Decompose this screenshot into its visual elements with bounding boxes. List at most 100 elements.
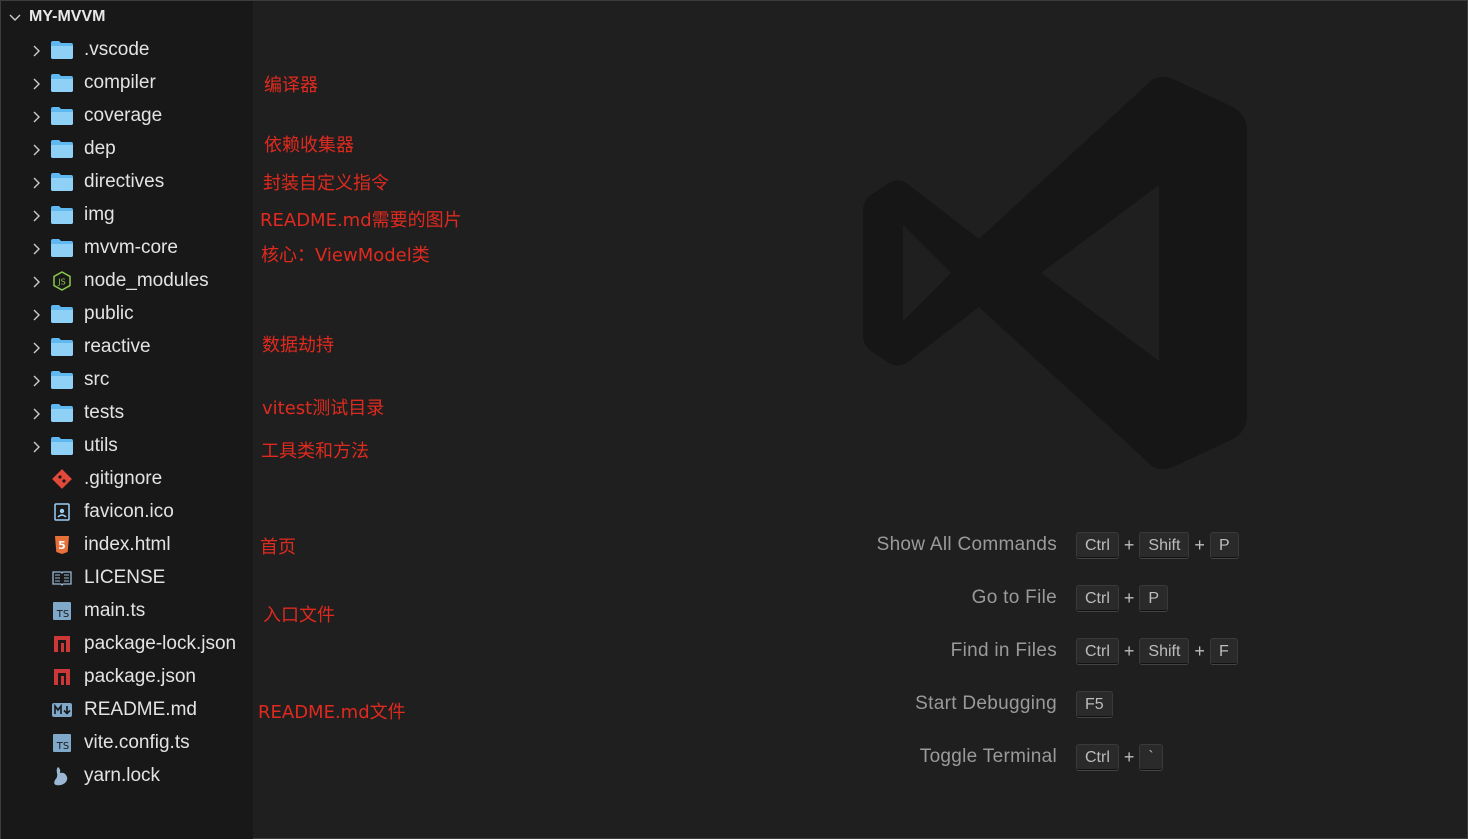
tree-item-label: vite.config.ts bbox=[84, 731, 190, 753]
key-cap: Shift bbox=[1139, 638, 1190, 665]
file-item[interactable]: TS vite.config.ts bbox=[1, 726, 253, 759]
folder-icon bbox=[50, 436, 74, 456]
annotation-note: 依赖收集器 bbox=[264, 135, 354, 156]
folder-item[interactable]: img bbox=[1, 198, 253, 231]
annotation-note: 编译器 bbox=[264, 75, 318, 96]
chevron-right-icon[interactable] bbox=[29, 43, 43, 57]
file-item[interactable]: yarn.lock bbox=[1, 759, 253, 792]
tree-item-label: .gitignore bbox=[84, 467, 163, 489]
keybinding: Ctrl + P bbox=[1076, 585, 1169, 612]
folder-item[interactable]: public bbox=[1, 297, 253, 330]
explorer-sidebar: MY-MVVM .vscode compiler coverage dep direct… bbox=[1, 1, 253, 839]
folder-icon bbox=[50, 337, 74, 357]
chevron-right-icon[interactable] bbox=[29, 274, 43, 288]
file-item[interactable]: favicon.ico bbox=[1, 495, 253, 528]
annotation-note: 封装自定义指令 bbox=[263, 173, 389, 194]
annotation-note: 首页 bbox=[260, 537, 296, 558]
chevron-right-icon[interactable] bbox=[29, 208, 43, 222]
folder-item[interactable]: tests bbox=[1, 396, 253, 429]
folder-item[interactable]: mvvm-core bbox=[1, 231, 253, 264]
shortcut-row[interactable]: Start Debugging F5 bbox=[821, 691, 1321, 721]
tree-item-label: mvvm-core bbox=[84, 236, 178, 258]
chevron-right-icon[interactable] bbox=[29, 406, 43, 420]
shortcut-label[interactable]: Start Debugging bbox=[915, 693, 1057, 715]
file-item[interactable]: package-lock.json bbox=[1, 627, 253, 660]
git-icon bbox=[50, 468, 74, 489]
explorer-root-label: MY-MVVM bbox=[29, 8, 106, 25]
file-item[interactable]: .gitignore bbox=[1, 462, 253, 495]
chevron-right-icon[interactable] bbox=[29, 241, 43, 255]
key-cap: Ctrl bbox=[1076, 744, 1119, 771]
tree-item-label: reactive bbox=[84, 335, 151, 357]
chevron-right-icon[interactable] bbox=[29, 340, 43, 354]
folder-icon bbox=[50, 106, 74, 126]
folder-icon bbox=[50, 40, 74, 60]
chevron-right-icon[interactable] bbox=[29, 76, 43, 90]
typescript-icon: TS bbox=[50, 733, 74, 753]
annotation-note: 核心：ViewModel类 bbox=[261, 245, 430, 266]
folder-icon bbox=[50, 304, 74, 324]
keybinding: F5 bbox=[1076, 691, 1113, 718]
shortcut-label[interactable]: Toggle Terminal bbox=[920, 746, 1057, 768]
file-item[interactable]: TS main.ts bbox=[1, 594, 253, 627]
folder-item[interactable]: reactive bbox=[1, 330, 253, 363]
annotation-note: vitest测试目录 bbox=[262, 398, 385, 419]
shortcut-label[interactable]: Show All Commands bbox=[877, 534, 1057, 556]
svg-text:TS: TS bbox=[56, 609, 69, 620]
shortcut-row[interactable]: Show All Commands Ctrl + Shift + P bbox=[821, 532, 1321, 562]
tree-item-label: directives bbox=[84, 170, 165, 192]
typescript-icon: TS bbox=[50, 601, 74, 621]
plus-separator: + bbox=[1194, 535, 1205, 555]
chevron-right-icon[interactable] bbox=[29, 109, 43, 123]
explorer-root-folder[interactable]: MY-MVVM bbox=[1, 1, 253, 33]
folder-item[interactable]: src bbox=[1, 363, 253, 396]
shortcut-row[interactable]: Find in Files Ctrl + Shift + F bbox=[821, 638, 1321, 668]
chevron-right-icon[interactable] bbox=[29, 307, 43, 321]
folder-item[interactable]: .vscode bbox=[1, 33, 253, 66]
shortcut-row[interactable]: Toggle Terminal Ctrl + ` bbox=[821, 744, 1321, 774]
plus-separator: + bbox=[1123, 747, 1135, 767]
chevron-right-icon[interactable] bbox=[29, 439, 43, 453]
folder-item[interactable]: utils bbox=[1, 429, 253, 462]
svg-text:5: 5 bbox=[58, 539, 66, 552]
folder-icon bbox=[50, 370, 74, 390]
folder-icon bbox=[50, 205, 74, 225]
plus-separator: + bbox=[1123, 535, 1135, 555]
plus-separator: + bbox=[1123, 588, 1135, 608]
annotation-note: 入口文件 bbox=[263, 605, 335, 626]
nodejs-icon: JS bbox=[50, 270, 74, 291]
license-icon bbox=[50, 568, 74, 588]
tree-item-label: utils bbox=[84, 434, 118, 456]
file-item[interactable]: LICENSE bbox=[1, 561, 253, 594]
chevron-right-icon[interactable] bbox=[29, 373, 43, 387]
folder-item[interactable]: compiler bbox=[1, 66, 253, 99]
folder-item[interactable]: coverage bbox=[1, 99, 253, 132]
shortcut-label[interactable]: Go to File bbox=[972, 587, 1057, 609]
folder-item[interactable]: directives bbox=[1, 165, 253, 198]
tree-item-label: main.ts bbox=[84, 599, 146, 621]
file-item[interactable]: README.md bbox=[1, 693, 253, 726]
chevron-right-icon[interactable] bbox=[29, 175, 43, 189]
tree-item-label: img bbox=[84, 203, 115, 225]
svg-text:JS: JS bbox=[57, 277, 65, 286]
annotation-note: 数据劫持 bbox=[262, 335, 334, 356]
annotation-note: README.md需要的图片 bbox=[260, 210, 462, 231]
tree-item-label: .vscode bbox=[84, 38, 150, 60]
shortcut-row[interactable]: Go to File Ctrl + P bbox=[821, 585, 1321, 615]
annotation-note: 工具类和方法 bbox=[261, 441, 369, 462]
folder-item[interactable]: JS node_modules bbox=[1, 264, 253, 297]
vscode-logo-watermark-icon bbox=[863, 77, 1247, 469]
file-item[interactable]: package.json bbox=[1, 660, 253, 693]
keybinding: Ctrl + Shift + P bbox=[1076, 532, 1239, 559]
tree-item-label: package-lock.json bbox=[84, 632, 237, 654]
markdown-icon bbox=[50, 700, 74, 720]
folder-icon bbox=[50, 73, 74, 93]
image-file-icon bbox=[50, 502, 74, 522]
key-cap: P bbox=[1139, 585, 1169, 612]
chevron-down-icon bbox=[9, 14, 21, 21]
file-item[interactable]: 5 index.html bbox=[1, 528, 253, 561]
key-cap: ` bbox=[1139, 744, 1163, 771]
folder-item[interactable]: dep bbox=[1, 132, 253, 165]
shortcut-label[interactable]: Find in Files bbox=[951, 640, 1057, 662]
chevron-right-icon[interactable] bbox=[29, 142, 43, 156]
